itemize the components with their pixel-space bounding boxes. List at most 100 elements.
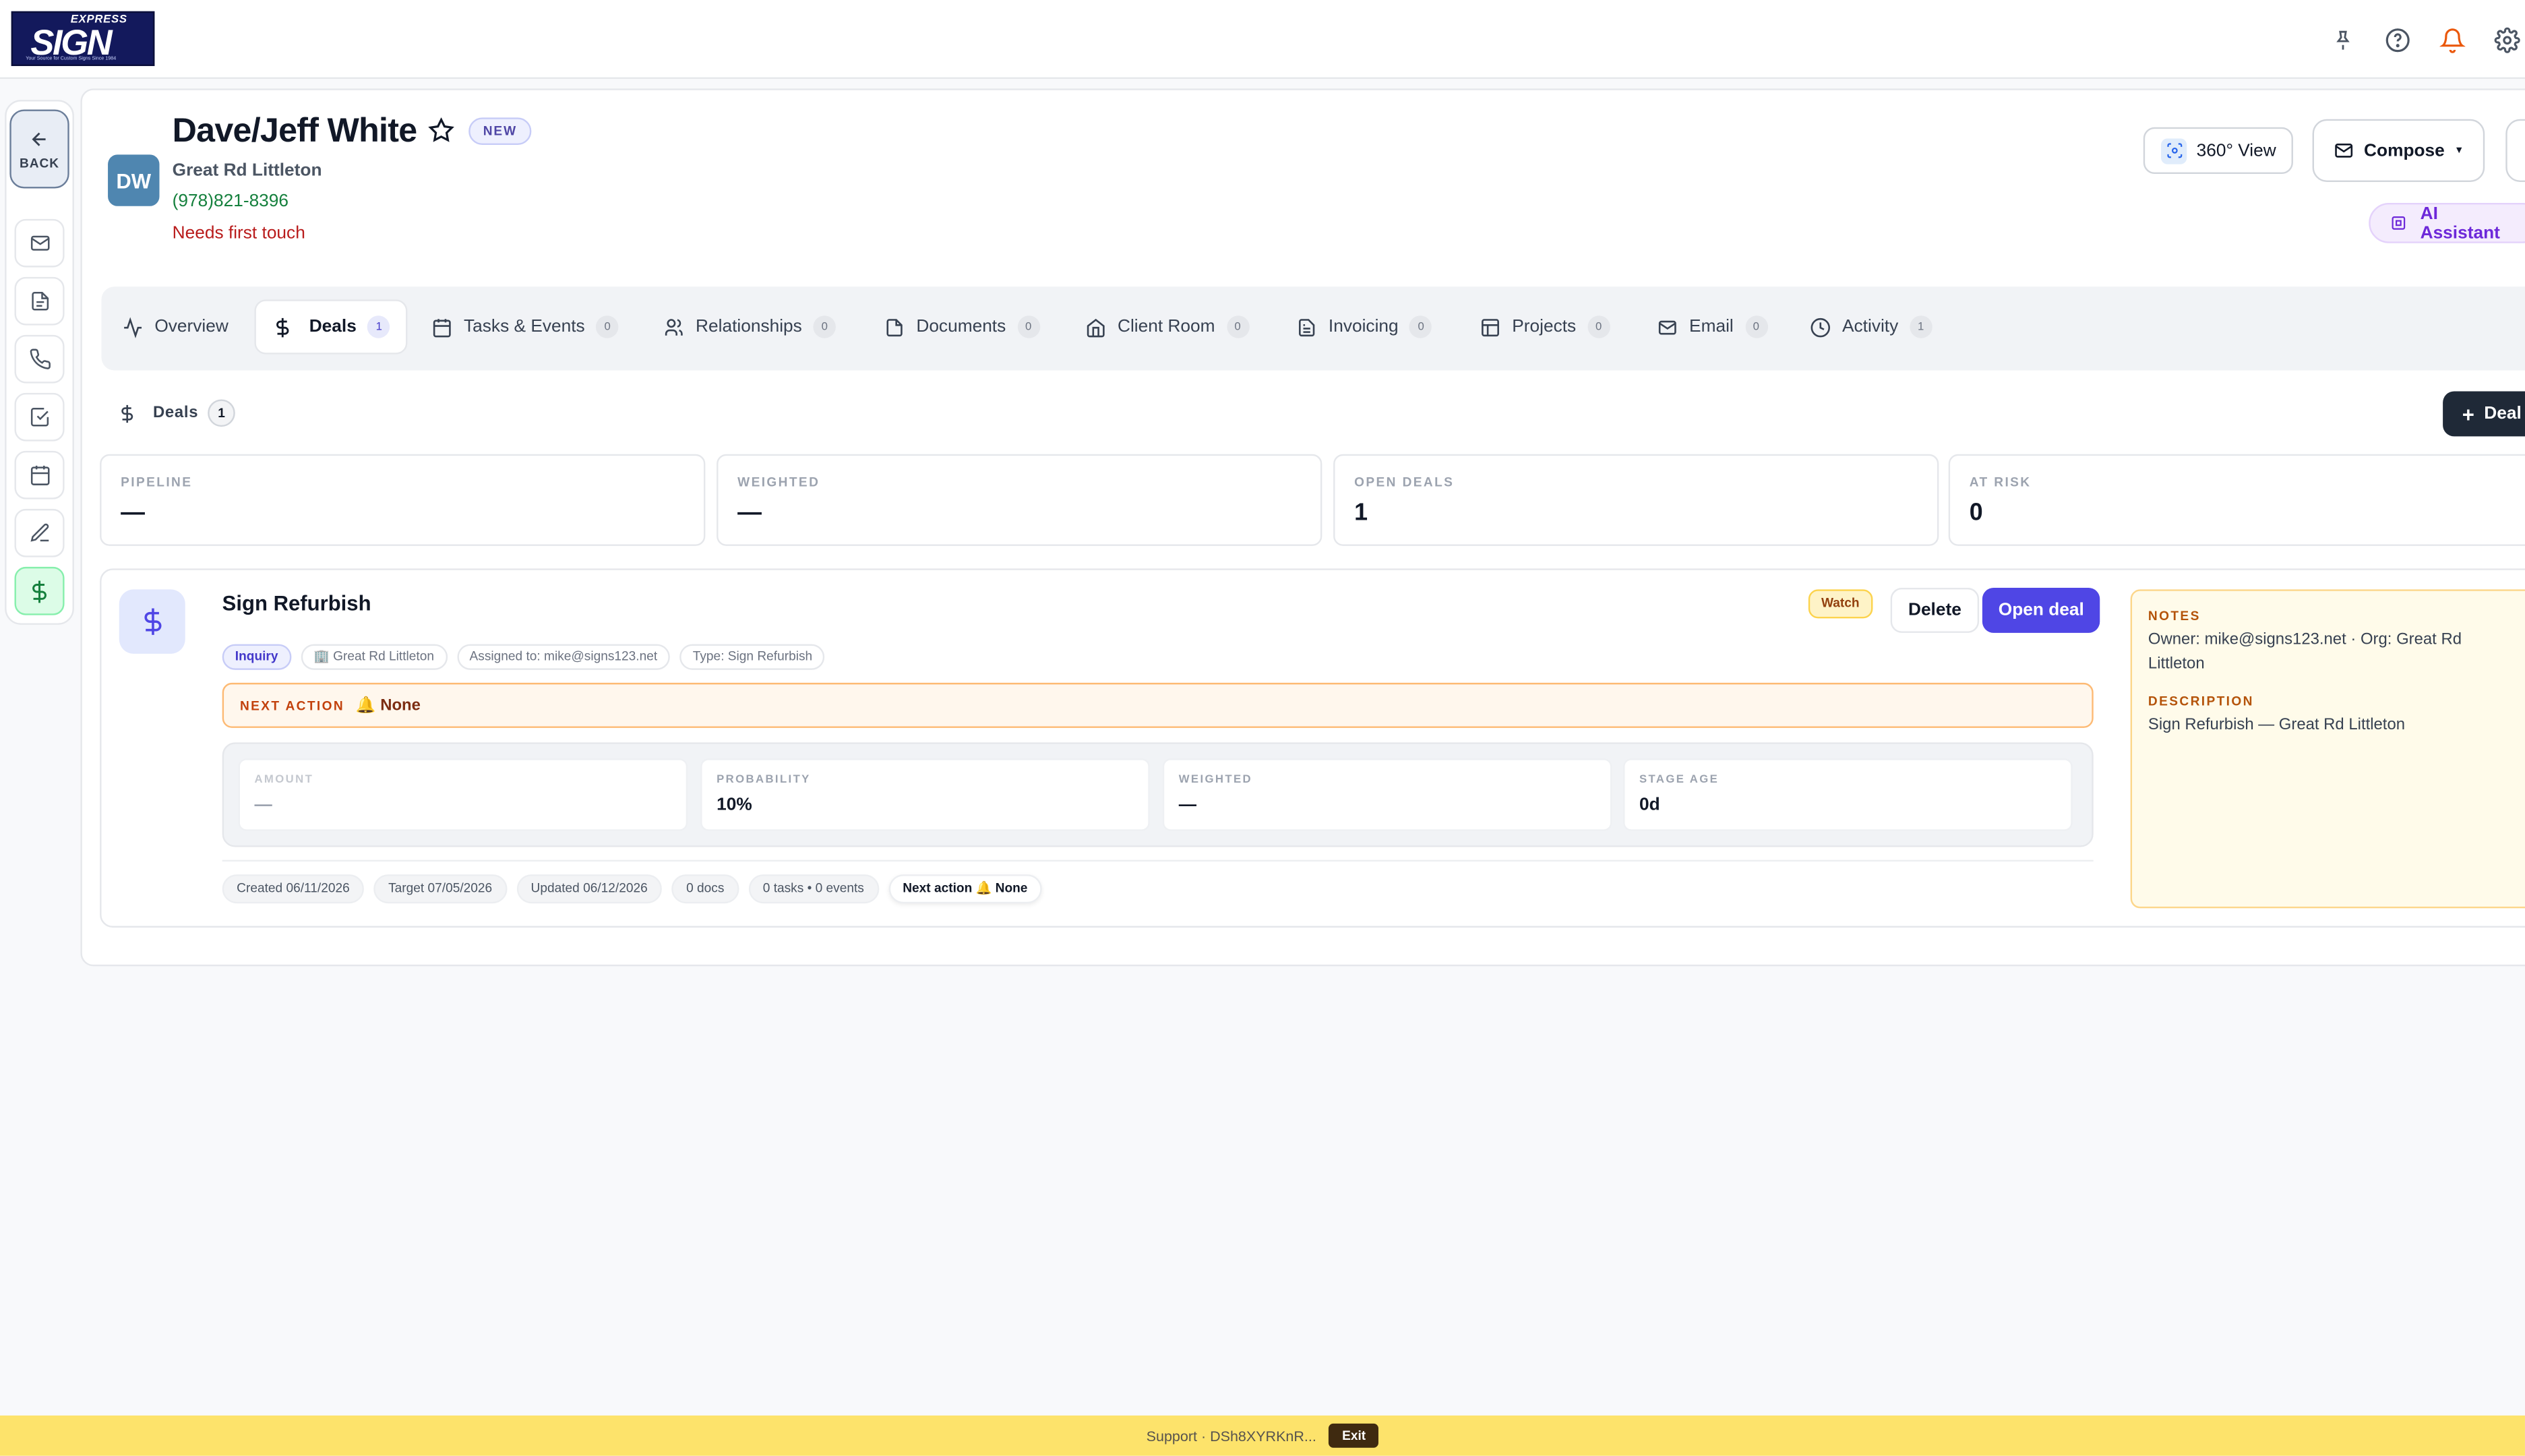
deal-title[interactable]: Sign Refurbish	[222, 591, 371, 615]
contact-phone[interactable]: (978)821-8396	[173, 191, 288, 211]
deal-card[interactable]: Sign Refurbish Watch Delete Open deal In…	[100, 568, 2525, 928]
next-action-value: 🔔 None	[355, 696, 421, 715]
brand-logo[interactable]: EXPRESS SIGN Your Source for Custom Sign…	[11, 11, 155, 66]
top-icons	[2325, 22, 2525, 58]
star-icon[interactable]	[428, 117, 454, 151]
file-icon	[886, 318, 903, 336]
next-action-label: NEXT ACTION	[239, 698, 345, 713]
mail-icon	[30, 235, 49, 251]
dollar-icon	[276, 317, 289, 337]
org-chip: 🏢 Great Rd Littleton	[300, 644, 448, 670]
tab-bar: Overview Deals 1 Tasks & Events 0 Relati…	[101, 286, 2525, 371]
compose-button[interactable]: Compose ▼	[2312, 119, 2485, 182]
tab-label: Overview	[154, 317, 229, 337]
assigned-chip: Assigned to: mike@signs123.net	[456, 644, 671, 670]
contact-name: Dave/Jeff White	[172, 113, 418, 150]
tab-projects[interactable]: Projects 0	[1464, 299, 1626, 354]
stat-value: 0	[1969, 499, 1983, 527]
rail-notes-button[interactable]	[14, 508, 65, 557]
metric-value: 10%	[717, 795, 752, 815]
back-button[interactable]: BACK	[9, 109, 69, 189]
rail-documents-button[interactable]	[14, 276, 65, 326]
caret-down-icon: ▼	[2454, 146, 2464, 156]
tab-label: Invoicing	[1328, 317, 1399, 337]
notes-panel: NOTES Owner: mike@signs123.net · Org: Gr…	[2130, 589, 2525, 909]
stat-value: —	[737, 499, 762, 527]
exit-button[interactable]: Exit	[1329, 1423, 1379, 1448]
bell-icon[interactable]	[2435, 22, 2470, 58]
description-text: Sign Refurbish — Great Rd Littleton	[2148, 717, 2406, 735]
docs-chip: 0 docs	[671, 874, 739, 904]
tab-count: 1	[1909, 315, 1933, 338]
support-text: Support · DSh8XYRKnR...	[1146, 1427, 1316, 1444]
tab-documents[interactable]: Documents 0	[868, 299, 1056, 354]
ai-assistant-button[interactable]: AI Assistant	[2369, 203, 2525, 243]
tab-tasks-events[interactable]: Tasks & Events 0	[415, 299, 634, 354]
360-view-button[interactable]: 360° View	[2143, 127, 2294, 175]
stat-open-deals: OPEN DEALS 1	[1333, 454, 1939, 546]
tab-count: 0	[1744, 315, 1767, 338]
tab-label: Activity	[1842, 317, 1899, 337]
calendar-icon	[433, 318, 451, 337]
invoice-icon	[1299, 318, 1315, 336]
metric-value: —	[1178, 795, 1197, 815]
new-deal-button[interactable]: + Deal	[2443, 391, 2525, 437]
stat-pipeline: PIPELINE —	[100, 454, 706, 546]
tab-label: Client Room	[1117, 317, 1215, 337]
contact-org[interactable]: Great Rd Littleton	[173, 161, 322, 181]
compose-label: Compose	[2364, 141, 2445, 160]
tab-deals[interactable]: Deals 1	[254, 299, 408, 355]
rail-deals-button[interactable]	[14, 566, 65, 615]
calendar-icon	[30, 465, 49, 485]
watch-badge: Watch	[1808, 589, 1873, 619]
metric-probability: PROBABILITY 10%	[700, 758, 1150, 831]
side-rail: BACK	[5, 100, 74, 625]
rail-tasks-button[interactable]	[14, 392, 65, 442]
more-actions-button[interactable]	[2505, 119, 2525, 182]
tab-count: 1	[367, 315, 390, 338]
pin-icon[interactable]	[2325, 22, 2361, 58]
deal-chips: Inquiry 🏢 Great Rd Littleton Assigned to…	[222, 644, 826, 670]
tab-activity[interactable]: Activity 1	[1794, 299, 1948, 354]
help-icon[interactable]	[2380, 22, 2416, 58]
tab-invoicing[interactable]: Invoicing 0	[1280, 299, 1448, 354]
tab-label: Documents	[916, 317, 1006, 337]
tab-client-room[interactable]: Client Room 0	[1069, 299, 1265, 354]
deal-metrics: AMOUNT — PROBABILITY 10% WEIGHTED — STAG…	[222, 742, 2094, 847]
status-badge: NEW	[468, 117, 532, 146]
phone-icon	[29, 348, 50, 369]
updated-chip: Updated 06/12/2026	[516, 874, 663, 904]
home-icon	[1087, 317, 1105, 337]
stat-at-risk: AT RISK 0	[1948, 454, 2525, 546]
mail-icon	[2335, 144, 2353, 158]
dollar-icon	[32, 580, 47, 603]
mail-icon	[1658, 320, 1676, 334]
stat-label: WEIGHTED	[737, 475, 820, 490]
stat-value: —	[121, 499, 146, 527]
metric-label: AMOUNT	[254, 775, 314, 786]
360-view-label: 360° View	[2196, 141, 2276, 160]
rail-calendar-button[interactable]	[14, 450, 65, 499]
tab-label: Relationships	[696, 317, 802, 337]
gear-icon[interactable]	[2489, 22, 2525, 58]
pen-icon	[30, 523, 49, 542]
rail-phone-button[interactable]	[14, 334, 65, 384]
tab-relationships[interactable]: Relationships 0	[647, 299, 852, 354]
open-deal-button[interactable]: Open deal	[1982, 587, 2100, 633]
logo-tagline: Your Source for Custom Signs Since 1984	[26, 55, 117, 61]
deals-section-header: Deals 1	[117, 399, 236, 427]
rail-email-button[interactable]	[14, 218, 65, 268]
divider	[222, 859, 2094, 862]
tab-email[interactable]: Email 0	[1641, 299, 1783, 354]
tab-count: 0	[1587, 315, 1610, 338]
notes-text: Owner: mike@signs123.net · Org: Great Rd…	[2148, 631, 2462, 673]
metric-label: STAGE AGE	[1639, 775, 1720, 786]
main-panel: DW Dave/Jeff White NEW Great Rd Littleto…	[80, 88, 2525, 967]
metric-value: —	[254, 795, 272, 815]
deal-footer-chips: Created 06/11/2026 Target 07/05/2026 Upd…	[222, 874, 1042, 904]
top-bar: EXPRESS SIGN Your Source for Custom Sign…	[0, 0, 2525, 80]
stat-weighted: WEIGHTED —	[717, 454, 1322, 546]
delete-button[interactable]: Delete	[1890, 587, 1980, 633]
tab-overview[interactable]: Overview	[107, 299, 245, 354]
tab-count: 0	[596, 315, 619, 338]
